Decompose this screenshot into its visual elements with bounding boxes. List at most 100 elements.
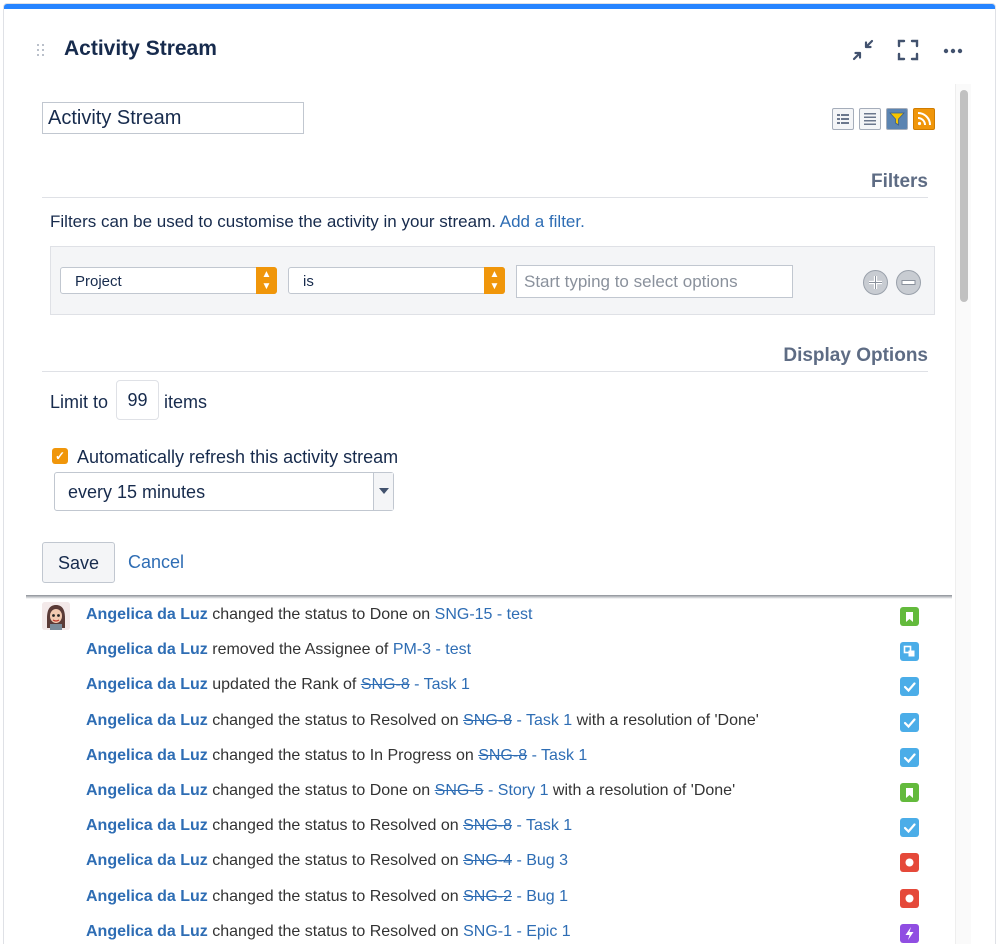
list-view-icon[interactable]	[859, 108, 881, 130]
task-issue-type-icon	[900, 818, 919, 838]
limit-suffix: items	[164, 392, 208, 412]
stream-user-link[interactable]: Angelica da Luz	[86, 712, 208, 729]
issue-key: SNG-1	[463, 922, 512, 940]
filter-row: Project ▲ ▼ is ▲ ▼ Start typing to select …	[50, 246, 935, 315]
filters-description-text: Filters can be used to customise the act…	[50, 212, 496, 231]
stream-action-text: changed the status to Resolved on	[212, 922, 459, 940]
refresh-interval-value: every 15 minutes	[68, 482, 206, 502]
scrollbar-thumb[interactable]	[960, 90, 968, 302]
stream-action-text: changed the status to Done on	[212, 606, 431, 623]
activity-stream-gadget: Activity Stream Activity Stream Filters …	[3, 3, 996, 944]
issue-summary: - Bug 1	[516, 887, 569, 905]
issue-key: SNG-8	[463, 711, 512, 729]
filter-value-input[interactable]: Start typing to select options	[516, 265, 793, 298]
issue-key: SNG-15	[434, 606, 493, 623]
auto-refresh-checkbox[interactable]: ✓	[52, 448, 68, 464]
stream-issue-link[interactable]: SNG-8 - Task 1	[478, 747, 587, 764]
bug-issue-type-icon	[900, 853, 919, 873]
display-options-heading: Display Options	[42, 345, 928, 372]
add-filter-row-icon[interactable]	[863, 270, 888, 295]
issue-key: SNG-2	[463, 887, 512, 905]
stream-action-text: changed the status to Resolved on	[212, 887, 459, 905]
stream-item: Angelica da Luz changed the status to Re…	[86, 923, 571, 944]
issue-summary: - Task 1	[414, 676, 470, 694]
filters-description: Filters can be used to customise the act…	[50, 212, 585, 232]
save-button[interactable]: Save	[42, 542, 115, 583]
gadget-header: Activity Stream	[4, 9, 995, 73]
stream-action-text: removed the Assignee of	[212, 641, 389, 659]
stream-user-link[interactable]: Angelica da Luz	[86, 923, 208, 940]
stream-action-text: changed the status to Resolved on	[212, 817, 459, 835]
stream-item: Angelica da Luz changed the status to Do…	[86, 782, 735, 804]
full-view-icon[interactable]	[832, 108, 854, 130]
issue-summary: - Task 1	[516, 711, 573, 729]
stream-suffix-text: with a resolution of 'Done'	[576, 711, 759, 729]
stream-user-link[interactable]: Angelica da Luz	[86, 676, 208, 693]
bug-issue-type-icon	[900, 888, 919, 908]
stream-issue-link[interactable]: SNG-15 - test	[435, 606, 533, 623]
stream-action-text: changed the status to Resolved on	[212, 711, 459, 729]
issue-key: SNG-8	[360, 676, 410, 694]
issue-summary: - test	[435, 641, 472, 659]
remove-filter-row-icon[interactable]	[896, 270, 921, 295]
issue-key: SNG-4	[463, 852, 512, 870]
task-issue-type-icon	[900, 677, 919, 697]
filter-field-select[interactable]: Project ▲ ▼	[60, 267, 277, 294]
stream-user-link[interactable]: Angelica da Luz	[86, 641, 208, 658]
refresh-interval-select[interactable]: every 15 minutes	[54, 472, 394, 511]
gadget-title-input[interactable]	[42, 102, 304, 134]
stream-issue-link[interactable]: SNG-8 - Task 1	[463, 817, 572, 834]
issue-summary: - Epic 1	[516, 922, 571, 940]
stream-item: Angelica da Luz updated the Rank of SNG-…	[86, 676, 470, 698]
stream-action-text: changed the status to Resolved on	[212, 852, 459, 870]
scrollbar[interactable]	[955, 84, 971, 944]
issue-key: PM-3	[392, 641, 432, 659]
stream-issue-link[interactable]: SNG-8 - Task 1	[361, 676, 470, 693]
limit-input[interactable]: 99	[116, 380, 159, 420]
filter-operator-value: is	[303, 273, 314, 290]
drag-handle-icon[interactable]	[37, 44, 47, 58]
stream-item: Angelica da Luz changed the status to Do…	[86, 606, 532, 628]
issue-summary: - Story 1	[488, 782, 549, 799]
stream-user-link[interactable]: Angelica da Luz	[86, 852, 208, 869]
stream-user-link[interactable]: Angelica da Luz	[86, 888, 208, 905]
filter-view-icon[interactable]	[886, 108, 908, 130]
stream-issue-link[interactable]: SNG-2 - Bug 1	[463, 888, 568, 905]
user-avatar[interactable]	[42, 602, 70, 630]
stream-user-link[interactable]: Angelica da Luz	[86, 747, 208, 764]
filter-operator-select[interactable]: is ▲ ▼	[288, 267, 505, 294]
issue-summary: - test	[496, 606, 533, 623]
stream-user-link[interactable]: Angelica da Luz	[86, 817, 208, 834]
stream-user-link[interactable]: Angelica da Luz	[86, 782, 208, 799]
fullscreen-icon[interactable]	[895, 37, 921, 63]
stream-issue-link[interactable]: PM-3 - test	[393, 641, 471, 658]
stream-issue-link[interactable]: SNG-4 - Bug 3	[463, 852, 568, 869]
rss-icon[interactable]	[913, 108, 935, 130]
stream-issue-link[interactable]: SNG-8 - Task 1	[463, 712, 572, 729]
stream-item: Angelica da Luz changed the status to Re…	[86, 852, 568, 874]
story-issue-type-icon	[900, 607, 919, 626]
stream-action-text: changed the status to Done on	[212, 782, 431, 799]
stream-action-text: updated the Rank of	[212, 676, 357, 694]
stream-item: Angelica da Luz changed the status to Re…	[86, 817, 572, 839]
issue-key: SNG-8	[463, 817, 512, 835]
issue-summary: - Task 1	[531, 746, 588, 764]
task-issue-type-icon	[900, 747, 919, 767]
stream-issue-link[interactable]: SNG-5 - Story 1	[435, 782, 549, 799]
chevron-down-icon	[373, 473, 393, 510]
stream-suffix-text: with a resolution of 'Done'	[552, 782, 736, 799]
issue-key: SNG-5	[434, 782, 484, 799]
gadget-title: Activity Stream	[64, 37, 217, 60]
config-divider	[26, 595, 952, 599]
epic-issue-type-icon	[900, 923, 919, 943]
story-issue-type-icon	[900, 783, 919, 802]
stream-action-text: changed the status to In Progress on	[212, 746, 474, 764]
add-filter-link[interactable]: Add a filter.	[500, 212, 585, 231]
minimize-icon[interactable]	[850, 37, 876, 63]
stream-issue-link[interactable]: SNG-1 - Epic 1	[463, 923, 571, 940]
auto-refresh-label: Automatically refresh this activity stre…	[77, 447, 399, 467]
more-icon[interactable]	[940, 37, 966, 63]
limit-row: Limit to 99 items	[50, 380, 207, 420]
cancel-button[interactable]: Cancel	[128, 552, 184, 573]
stream-user-link[interactable]: Angelica da Luz	[86, 606, 208, 623]
